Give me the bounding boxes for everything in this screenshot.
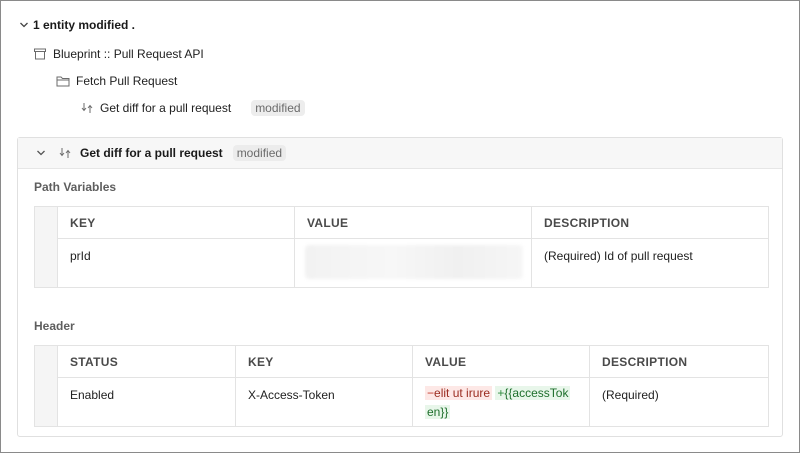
card-modified-badge: modified [232, 145, 287, 161]
chevron-down-icon [20, 22, 28, 28]
tree-collection[interactable]: Blueprint :: Pull Request API [33, 47, 204, 61]
request-diff-card: Get diff for a pull request modified Pat… [17, 137, 783, 437]
request-swap-icon [59, 148, 71, 158]
col-header-status: STATUS [58, 346, 236, 377]
table-header-row: STATUS KEY VALUE DESCRIPTION [58, 346, 768, 378]
table-gutter [35, 346, 58, 426]
path-var-value[interactable] [295, 238, 532, 287]
diff-added: +{{accessTok [495, 385, 571, 400]
collection-name: Blueprint :: Pull Request API [53, 47, 204, 61]
path-variables-label: Path Variables [34, 180, 117, 194]
diff-added-text-1: {{accessTok [504, 385, 569, 400]
header-key[interactable]: X-Access-Token [236, 377, 413, 426]
diff-removed-sign: − [427, 385, 435, 400]
header-section-label: Header [34, 319, 75, 333]
col-header-description: DESCRIPTION [544, 216, 630, 230]
col-header-description: DESCRIPTION [602, 355, 688, 369]
tree-folder[interactable]: Fetch Pull Request [56, 74, 177, 88]
table-row: Enabled X-Access-Token −elit ut irure +{… [58, 377, 768, 426]
modified-badge: modified [251, 100, 305, 116]
diff-removed: −elit ut irure [425, 385, 493, 400]
changes-panel: 1 entity modified . Blueprint :: Pull Re… [0, 0, 800, 453]
entity-summary-label: 1 entity modified . [33, 18, 136, 32]
col-header-key: KEY [58, 207, 295, 238]
path-variables-table: KEY VALUE DESCRIPTION prId (Required) Id… [34, 206, 769, 288]
card-title: Get diff for a pull request [80, 146, 223, 160]
header-table: STATUS KEY VALUE DESCRIPTION Enabled X-A… [34, 345, 769, 427]
header-value-diff[interactable]: −elit ut irure +{{accessTok en}} [413, 377, 590, 426]
redacted-value [305, 244, 523, 279]
tree-request[interactable]: Get diff for a pull request modified [80, 100, 305, 116]
col-header-key: KEY [236, 346, 413, 377]
diff-added-cont: en}} [425, 404, 451, 419]
col-header-value: VALUE [295, 207, 532, 238]
table-gutter [35, 207, 58, 287]
card-header-toggle[interactable]: Get diff for a pull request modified [18, 138, 782, 169]
diff-added-text-2: en}} [427, 404, 449, 419]
collection-icon [34, 48, 46, 60]
request-name: Get diff for a pull request [100, 101, 232, 115]
header-description[interactable]: (Required) [590, 378, 768, 426]
table-row: prId (Required) Id of pull request [58, 238, 768, 287]
chevron-down-icon [37, 150, 45, 156]
path-var-key[interactable]: prId [58, 238, 295, 287]
entity-summary-toggle[interactable]: 1 entity modified . [19, 17, 135, 33]
path-var-description[interactable]: (Required) Id of pull request [532, 239, 768, 287]
folder-icon [56, 76, 70, 87]
header-status[interactable]: Enabled [58, 377, 236, 426]
diff-removed-text: elit ut irure [434, 385, 491, 400]
request-swap-icon [81, 103, 93, 113]
table-header-row: KEY VALUE DESCRIPTION [58, 207, 768, 239]
folder-name: Fetch Pull Request [76, 74, 178, 88]
col-header-value: VALUE [413, 346, 590, 377]
